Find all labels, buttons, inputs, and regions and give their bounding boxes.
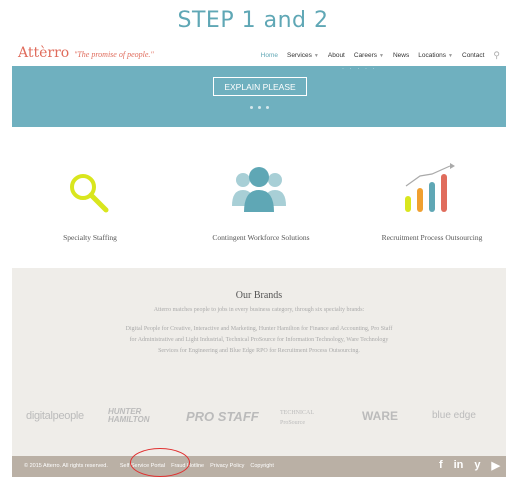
nav-home[interactable]: Home [261, 52, 278, 59]
nav-services[interactable]: Services ▼ [287, 52, 319, 59]
footer-link-copyright[interactable]: Copyright [250, 463, 274, 469]
slider-dot[interactable] [250, 106, 253, 109]
magnifier-icon[interactable] [66, 170, 114, 218]
brand-logos: digitalpeople HUNTER HAMILTON PRO STAFF … [12, 406, 506, 430]
service-label-rpo[interactable]: Recruitment Process Outsourcing [364, 233, 500, 242]
nav-locations-label: Locations [418, 52, 447, 59]
brands-subtitle: Atterro matches people to jobs in every … [153, 307, 365, 313]
search-icon[interactable]: ⚲ [493, 50, 500, 61]
brand-logo-ware[interactable]: WARE [362, 409, 398, 423]
hero-banner: · · · · · EXPLAIN PLEASE [12, 66, 506, 127]
slider-dot[interactable] [266, 106, 269, 109]
brand-logo-blue-edge[interactable]: blue edge [432, 410, 476, 421]
twitter-icon[interactable]: y [474, 459, 480, 472]
brand-logo-technical-prosource[interactable]: TECHNICAL ProSource [280, 408, 340, 428]
annotation-circle [130, 448, 190, 477]
footer-link-privacy-policy[interactable]: Privacy Policy [210, 463, 244, 469]
nav-careers[interactable]: Careers ▼ [354, 52, 384, 59]
nav-services-label: Services [286, 52, 312, 59]
nav-contact[interactable]: Contact [462, 52, 484, 59]
explain-please-button[interactable]: EXPLAIN PLEASE [213, 77, 307, 96]
brand-logo-hunter-hamilton[interactable]: HUNTER HAMILTON [108, 408, 178, 424]
top-navigation: Attèrro "The promise of people." Home Se… [0, 44, 506, 66]
chevron-down-icon: ▼ [313, 53, 319, 59]
chevron-down-icon: ▼ [379, 53, 384, 59]
footer: © 2015 Atterro. All rights reserved. Sel… [12, 456, 506, 477]
bar-chart-growth-icon[interactable] [400, 162, 460, 216]
brands-section: Our Brands Atterro matches people to job… [12, 268, 506, 456]
nav-locations[interactable]: Locations ▼ [418, 52, 453, 59]
brands-title: Our Brands [235, 290, 283, 301]
slider-dots [250, 106, 269, 109]
footer-copyright: © 2015 Atterro. All rights reserved. [24, 463, 108, 469]
service-label-specialty-staffing[interactable]: Specialty Staffing [30, 233, 150, 242]
linkedin-icon[interactable]: in [454, 459, 464, 472]
chevron-down-icon: ▼ [448, 53, 453, 59]
brand-logo[interactable]: Attèrro [18, 45, 69, 61]
service-label-contingent-workforce[interactable]: Contingent Workforce Solutions [193, 233, 329, 242]
nav-about[interactable]: About [328, 52, 345, 59]
nav-careers-label: Careers [353, 52, 377, 59]
brand-logo-pro-staff[interactable]: PRO STAFF [186, 409, 259, 424]
social-links: f in y ▶ [439, 459, 500, 472]
brand-logo-digitalpeople[interactable]: digitalpeople [26, 410, 84, 422]
youtube-icon[interactable]: ▶ [492, 459, 500, 472]
slider-dot[interactable] [258, 106, 261, 109]
brands-description: Digital People for Creative, Interactive… [125, 326, 393, 354]
services-section: Specialty Staffing Contingent Workforce … [0, 150, 506, 250]
hero-decoration: · · · · · [342, 66, 377, 72]
nav-news[interactable]: News [393, 52, 409, 59]
people-group-icon[interactable] [230, 164, 288, 216]
step-title: STEP 1 and 2 [177, 8, 329, 33]
facebook-icon[interactable]: f [439, 459, 443, 472]
brand-tagline: "The promise of people." [74, 50, 154, 59]
main-menu: Home Services ▼ About Careers ▼ News Locat… [261, 50, 500, 61]
